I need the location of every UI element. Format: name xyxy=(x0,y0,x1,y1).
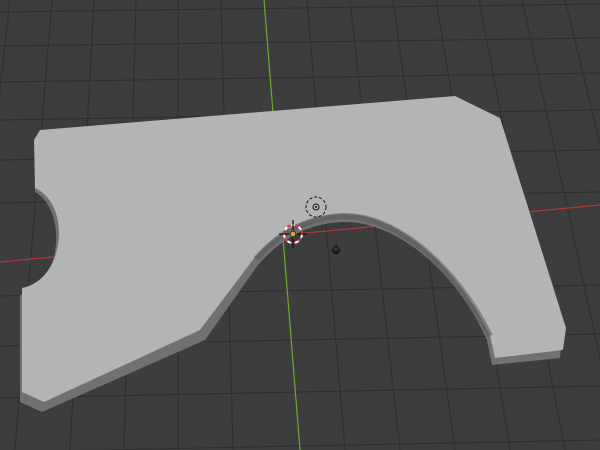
object-origin-icon[interactable] xyxy=(289,230,297,238)
3d-viewport[interactable] xyxy=(0,0,600,450)
viewport-scene[interactable] xyxy=(0,0,600,450)
